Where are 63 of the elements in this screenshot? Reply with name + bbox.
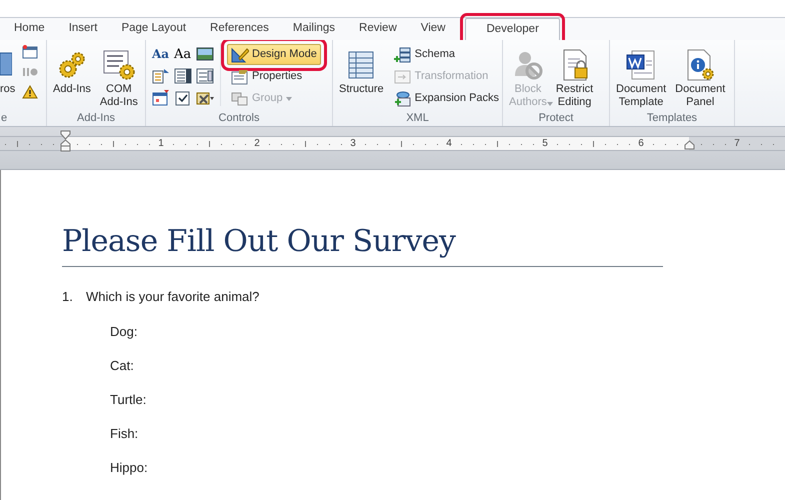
ribbon-tab[interactable]: Page Layout (109, 18, 198, 40)
ribbon-button[interactable]: Document Panel (672, 43, 728, 109)
plain-text-control[interactable]: Aa (174, 48, 192, 60)
properties-icon (231, 68, 249, 84)
option-label: Fish: (110, 424, 140, 442)
ruler-number: 7 (734, 137, 740, 150)
group-icon (231, 90, 249, 106)
combo-box-icon[interactable] (152, 68, 170, 84)
rich-text-control[interactable]: Aa (152, 48, 170, 60)
transform-icon (394, 68, 412, 84)
ribbon-button[interactable]: Schema (390, 44, 504, 65)
ribbon-tab[interactable]: Insert (56, 18, 110, 40)
ruler-pencil-icon (231, 46, 249, 62)
group-label: e (0, 111, 8, 126)
indent-marker-icon[interactable] (60, 130, 71, 152)
ribbon-button[interactable]: Add-Ins (50, 43, 94, 96)
ruler-number: 4 (446, 137, 452, 150)
list-box-icon[interactable] (174, 68, 192, 84)
image-icon[interactable] (196, 46, 214, 62)
ruler-number: 1 (158, 137, 164, 150)
option-label: Dog: (110, 322, 138, 340)
ruler-number: 5 (542, 137, 548, 150)
group-label: Templates (646, 111, 698, 126)
form-icon (22, 45, 38, 59)
calendar-icon[interactable] (152, 90, 170, 106)
checklist-gears-icon (102, 49, 135, 81)
ribbon-button[interactable]: Restrict Editing (552, 43, 596, 109)
ribbon-tab[interactable]: Home (2, 18, 57, 40)
indent-marker-icon[interactable] (684, 140, 695, 150)
ribbon-button[interactable]: Structure (336, 43, 387, 96)
group-label: Protect (538, 111, 574, 126)
warning-icon (22, 85, 38, 99)
ribbon-tab[interactable]: Review (347, 18, 409, 40)
schema-icon (394, 46, 412, 62)
document-info-icon (685, 49, 716, 81)
list-number: 1. (62, 288, 74, 306)
ribbon-button[interactable]: Expansion Packs (390, 88, 504, 109)
word-document-icon (626, 49, 656, 81)
group-label: Add-Ins (76, 111, 116, 126)
group-label: Controls (218, 111, 260, 126)
ruler-number: 6 (638, 137, 644, 150)
ribbon-tab[interactable]: Mailings (280, 18, 348, 40)
package-icon (394, 90, 412, 106)
ribbon-button[interactable]: COM Add-Ins (96, 43, 141, 109)
gears-icon (56, 50, 87, 80)
ruler-number: 3 (350, 137, 356, 150)
ribbon-button[interactable]: Document Template (613, 43, 670, 109)
group-label: XML (405, 111, 430, 126)
document-title: Please Fill Out Our Survey (62, 222, 663, 267)
question-text: Which is your favorite animal? (86, 288, 260, 306)
ribbon-button[interactable]: ros (0, 43, 16, 96)
option-label: Cat: (110, 356, 135, 374)
pause-record-icon (22, 65, 38, 79)
ribbon-tab[interactable]: View (408, 18, 458, 40)
user-blocked-icon (512, 50, 543, 80)
ribbon-tab[interactable]: References (198, 18, 281, 40)
ruler-margin (0, 137, 65, 150)
ribbon-button[interactable]: Properties (227, 66, 321, 87)
option-label: Turtle: (110, 390, 148, 408)
spinner-icon[interactable] (196, 68, 214, 84)
checkbox-icon[interactable] (174, 90, 192, 106)
option-label: Hippo: (110, 458, 149, 476)
ruler-number: 2 (254, 137, 260, 150)
